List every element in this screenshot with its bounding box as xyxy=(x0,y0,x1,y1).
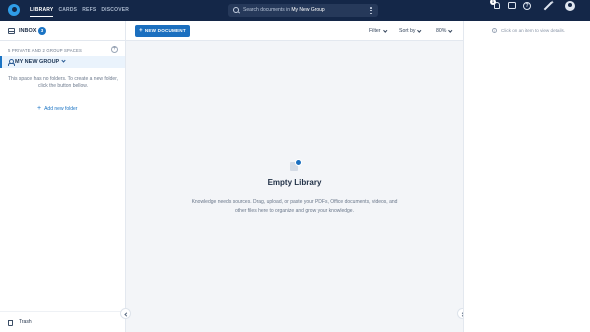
plus-icon: + xyxy=(37,105,42,112)
sort-dropdown[interactable]: Sort by xyxy=(399,21,422,41)
avatar-icon xyxy=(565,1,575,11)
magic-button[interactable]: ✦ xyxy=(542,0,554,12)
sidebar: INBOX 3 5 PRIVATE AND 2 GROUP SPACES + M… xyxy=(0,21,126,332)
chevron-left-icon xyxy=(124,311,129,317)
nav-discover[interactable]: DISCOVER xyxy=(101,0,129,21)
chevron-down-icon xyxy=(383,27,387,32)
empty-folders-message: This space has no folders. To create a n… xyxy=(8,76,118,89)
nav-library[interactable]: LIBRARY xyxy=(30,0,54,21)
search-bar[interactable]: Search documents in My New Group xyxy=(228,4,378,17)
top-bar: LIBRARY CARDS REFS DISCOVER Search docum… xyxy=(0,0,590,21)
group-selector[interactable]: MY NEW GROUP xyxy=(0,56,125,68)
search-icon xyxy=(233,7,239,13)
chat-button[interactable] xyxy=(506,0,518,12)
search-options-icon[interactable] xyxy=(370,7,372,14)
nav-cards[interactable]: CARDS xyxy=(58,0,77,21)
details-hint: Click on an item to view details. xyxy=(501,28,566,33)
add-space-button[interactable]: + xyxy=(111,46,118,53)
zoom-label: 80% xyxy=(436,28,447,34)
spaces-header: 5 PRIVATE AND 2 GROUP SPACES xyxy=(8,48,82,53)
empty-library-description: Knowledge needs sources. Drag, upload, o… xyxy=(191,199,398,214)
filter-label: Filter xyxy=(369,28,381,34)
inbox-icon xyxy=(8,28,15,34)
trash-icon xyxy=(8,320,13,326)
search-scope: My New Group xyxy=(291,7,325,13)
chat-icon xyxy=(508,2,516,9)
app-logo[interactable] xyxy=(8,4,20,16)
info-icon: i xyxy=(492,28,497,33)
plus-icon: + xyxy=(139,28,143,34)
add-folder-label: Add new folder xyxy=(44,106,78,112)
group-name: MY NEW GROUP xyxy=(15,59,60,65)
help-button[interactable]: ? xyxy=(521,0,533,12)
sort-label: Sort by xyxy=(399,28,416,34)
inbox-label: INBOX xyxy=(19,28,37,34)
trash-label: Trash xyxy=(19,319,32,325)
details-panel: i Click on an item to view details. xyxy=(463,21,590,332)
empty-library-icon xyxy=(290,159,302,171)
new-document-button[interactable]: + NEW DOCUMENT xyxy=(135,25,190,37)
zoom-dropdown[interactable]: 80% xyxy=(436,21,453,41)
library-main: + NEW DOCUMENT Filter Sort by 80% Empty L… xyxy=(126,21,463,332)
help-icon: ? xyxy=(523,2,531,10)
inbox-count-badge: 3 xyxy=(38,27,46,35)
notifications-button[interactable]: 1 xyxy=(490,0,503,12)
user-menu-button[interactable] xyxy=(564,0,576,12)
filter-dropdown[interactable]: Filter xyxy=(369,21,387,41)
chevron-down-icon xyxy=(417,27,422,32)
nav-refs[interactable]: REFS xyxy=(82,0,96,21)
group-icon xyxy=(8,59,15,66)
collapse-sidebar-button[interactable] xyxy=(120,308,131,319)
add-folder-button[interactable]: + Add new folder xyxy=(37,105,77,113)
chevron-down-icon xyxy=(61,58,66,63)
empty-library-title: Empty Library xyxy=(267,178,322,187)
search-placeholder[interactable]: Search documents in My New Group xyxy=(243,4,325,17)
sparkle-icon: ✦ xyxy=(550,0,555,6)
library-toolbar: + NEW DOCUMENT Filter Sort by 80% xyxy=(126,21,463,41)
main-nav: LIBRARY CARDS REFS DISCOVER xyxy=(30,0,134,21)
inbox-row[interactable]: INBOX 3 xyxy=(0,21,125,41)
trash-item[interactable]: Trash xyxy=(0,311,125,332)
new-document-label: NEW DOCUMENT xyxy=(144,28,186,33)
search-prefix: Search documents in xyxy=(243,7,290,13)
chevron-down-icon xyxy=(448,27,453,32)
